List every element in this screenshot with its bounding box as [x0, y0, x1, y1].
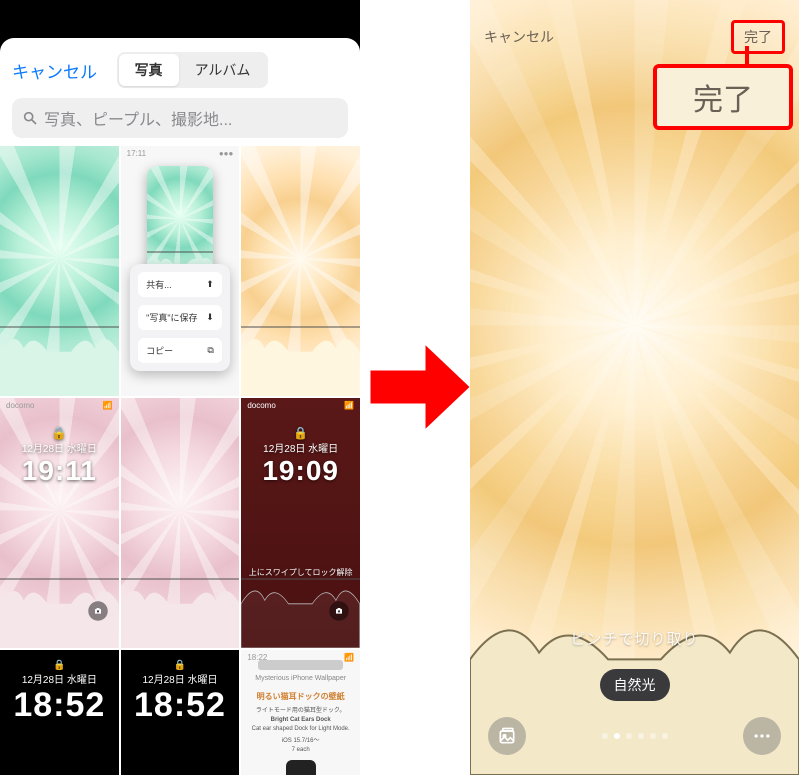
editor-toolbar [488, 717, 781, 755]
left-phone-photo-picker: キャンセル 写真 アルバム 写真、ピープル、撮影地... 17:11●●● [0, 0, 360, 775]
photo-thumb-with-sharesheet[interactable]: 17:11●●● 共有...⬆ "写真"に保存⬇ コピー⧉ [121, 146, 240, 396]
photo-thumb[interactable]: 🔒 12月28日 水曜日 18:52 [0, 650, 119, 775]
tab-albums[interactable]: アルバム [179, 54, 267, 86]
right-phone-wallpaper-editor: キャンセル 完了 完了 ピンチで切り取り 自然光 [470, 0, 799, 775]
pinch-hint-text: ピンチで切り取り [470, 628, 799, 649]
photo-library-button[interactable] [488, 717, 526, 755]
page-dots [602, 733, 668, 739]
download-icon: ⬇ [206, 312, 214, 323]
more-button[interactable] [743, 717, 781, 755]
photo-thumb[interactable] [121, 398, 240, 648]
search-input[interactable]: 写真、ピープル、撮影地... [12, 98, 348, 138]
filter-chip[interactable]: 自然光 [600, 669, 670, 701]
search-placeholder: 写真、ピープル、撮影地... [44, 106, 232, 130]
tab-photos[interactable]: 写真 [119, 54, 179, 86]
done-callout-highlight: 完了 [653, 64, 793, 130]
editor-done-button[interactable]: 完了 [731, 20, 785, 54]
share-action[interactable]: 共有...⬆ [138, 272, 222, 297]
copy-icon: ⧉ [207, 345, 213, 356]
save-action[interactable]: "写真"に保存⬇ [138, 305, 222, 330]
swipe-hint: 上にスワイプしてロック解除 [241, 567, 360, 578]
photo-thumb[interactable]: 🔒 12月28日 水曜日 18:52 [121, 650, 240, 775]
editor-cancel-button[interactable]: キャンセル [484, 27, 554, 47]
segmented-control: 写真 アルバム [117, 52, 269, 88]
photo-picker-sheet: キャンセル 写真 アルバム 写真、ピープル、撮影地... 17:11●●● [0, 38, 360, 775]
editor-header: キャンセル 完了 [484, 20, 785, 54]
photo-grid: 17:11●●● 共有...⬆ "写真"に保存⬇ コピー⧉ docomo📶 🔒 … [0, 146, 360, 775]
photo-thumb[interactable]: docomo📶 🔒 12月28日 水曜日 19:09 上にスワイプしてロック解除 [241, 398, 360, 648]
status-bar [0, 0, 360, 38]
cancel-button[interactable]: キャンセル [12, 58, 97, 83]
photo-thumb[interactable] [0, 146, 119, 396]
copy-action[interactable]: コピー⧉ [138, 338, 222, 363]
photo-thumb[interactable]: docomo📶 🔒 12月28日 水曜日 19:11 [0, 398, 119, 648]
photo-thumb-webpage[interactable]: 18:22📶 Mysterious iPhone Wallpaper 明るい猫耳… [241, 650, 360, 775]
photo-thumb-selected[interactable] [241, 146, 360, 396]
share-icon: ⬆ [206, 279, 214, 290]
camera-icon [329, 601, 349, 621]
picker-header: キャンセル 写真 アルバム [0, 38, 360, 98]
camera-icon [88, 601, 108, 621]
search-icon [22, 110, 38, 126]
red-arrow-icon [365, 332, 475, 442]
share-sheet: 共有...⬆ "写真"に保存⬇ コピー⧉ [130, 264, 230, 371]
